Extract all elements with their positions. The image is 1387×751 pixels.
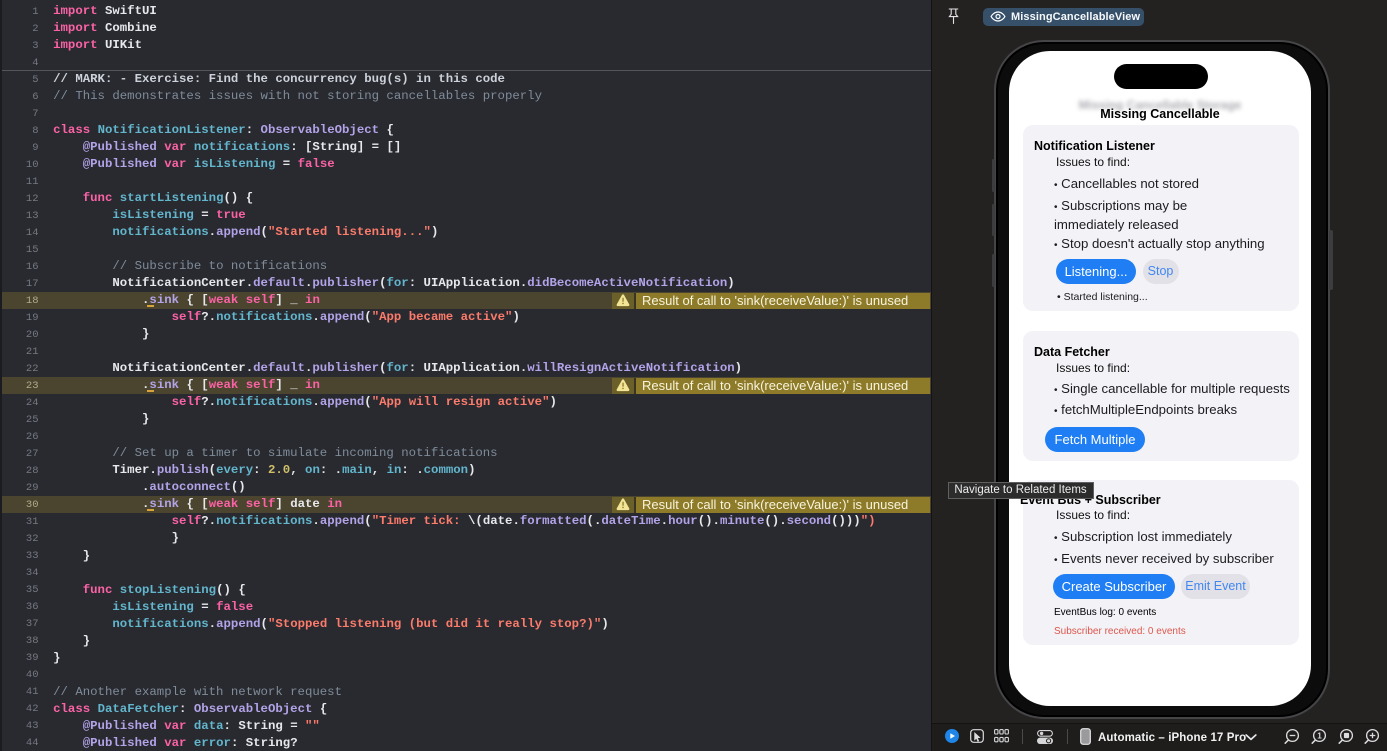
svg-text:1: 1 [1317,731,1322,740]
